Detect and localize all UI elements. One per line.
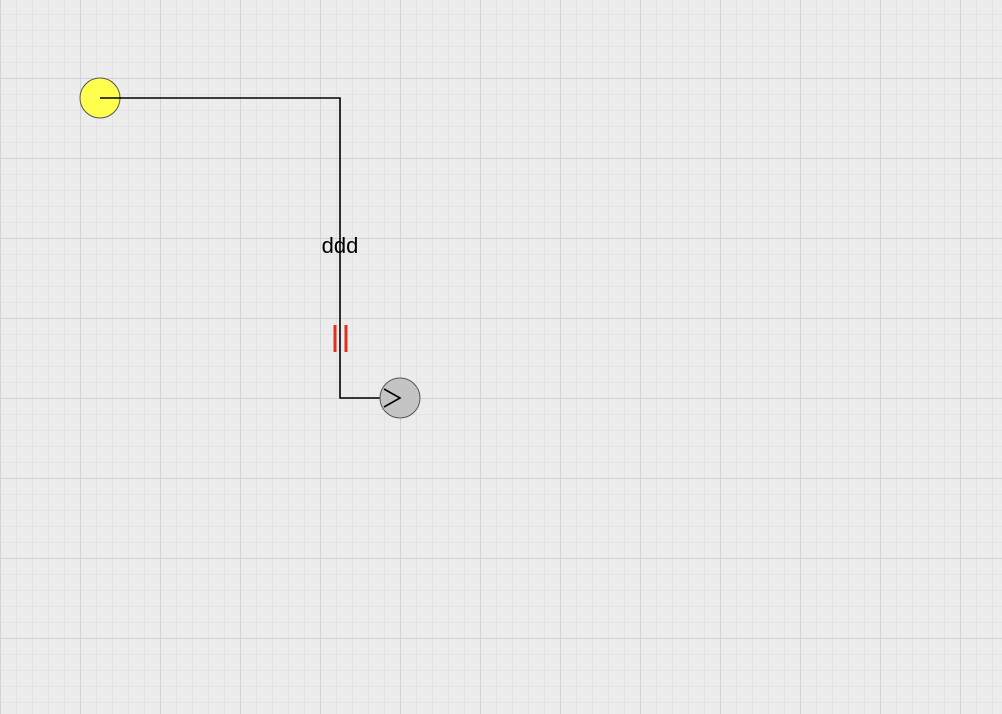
edge-label[interactable]: ddd: [322, 233, 359, 258]
diagram-canvas[interactable]: ddd: [0, 0, 1002, 714]
diagram-svg: ddd: [79, 77, 421, 419]
